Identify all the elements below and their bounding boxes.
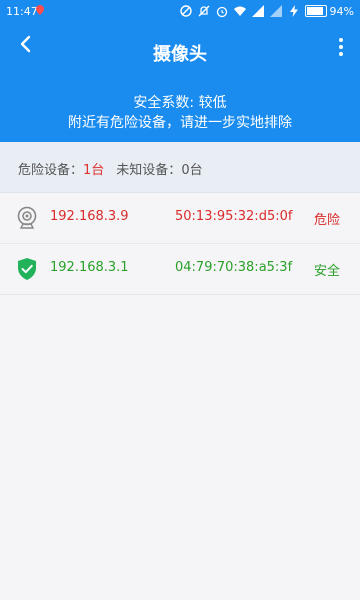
battery-icon bbox=[304, 5, 327, 17]
device-ip: 192.168.3.1 bbox=[50, 260, 129, 275]
app-header: 11:47 94% 摄像头 安全系数: 较低 附近有危险设备，请进一步实地排除 bbox=[0, 0, 360, 142]
danger-count: 1台 bbox=[83, 163, 105, 178]
unknown-label: 未知设备： bbox=[116, 163, 182, 178]
location-pin-icon bbox=[36, 5, 44, 15]
device-list: 192.168.3.9 50:13:95:32:d5:0f 危险 192.168… bbox=[0, 193, 360, 295]
battery-percent: 94% bbox=[329, 4, 354, 18]
device-status: 危险 bbox=[313, 213, 340, 228]
safety-score: 安全系数: 较低 bbox=[133, 95, 227, 111]
status-bar: 11:47 94% bbox=[0, 0, 360, 24]
wifi-icon bbox=[233, 6, 246, 16]
device-ip: 192.168.3.9 bbox=[50, 209, 129, 224]
danger-summary: 危险设备：1台 bbox=[18, 159, 104, 178]
unknown-summary: 未知设备：0台 bbox=[116, 159, 202, 178]
unknown-count: 0台 bbox=[181, 163, 203, 178]
signal-2-icon bbox=[269, 5, 282, 17]
status-time: 11:47 bbox=[6, 5, 38, 18]
camera-icon bbox=[17, 206, 37, 229]
device-row[interactable]: 192.168.3.9 50:13:95:32:d5:0f 危险 bbox=[0, 193, 360, 244]
device-summary: 危险设备：1台 未知设备：0台 bbox=[0, 142, 360, 193]
device-row[interactable]: 192.168.3.1 04:79:70:38:a5:3f 安全 bbox=[0, 244, 360, 295]
more-vertical-icon[interactable] bbox=[338, 37, 344, 57]
battery-indicator: 94% bbox=[304, 4, 354, 18]
mute-icon bbox=[179, 5, 192, 17]
status-icons: 94% bbox=[179, 4, 354, 18]
danger-label: 危险设备： bbox=[18, 163, 84, 178]
safety-advice: 附近有危险设备，请进一步实地排除 bbox=[68, 115, 292, 131]
signal-icon bbox=[251, 5, 264, 17]
page-title: 摄像头 bbox=[153, 44, 207, 65]
alarm-icon bbox=[216, 6, 227, 18]
notification-off-icon bbox=[198, 5, 210, 17]
shield-check-icon bbox=[18, 258, 36, 280]
device-status: 安全 bbox=[313, 264, 340, 279]
device-mac: 04:79:70:38:a5:3f bbox=[175, 260, 293, 275]
charging-icon bbox=[289, 5, 298, 17]
device-mac: 50:13:95:32:d5:0f bbox=[175, 209, 293, 224]
